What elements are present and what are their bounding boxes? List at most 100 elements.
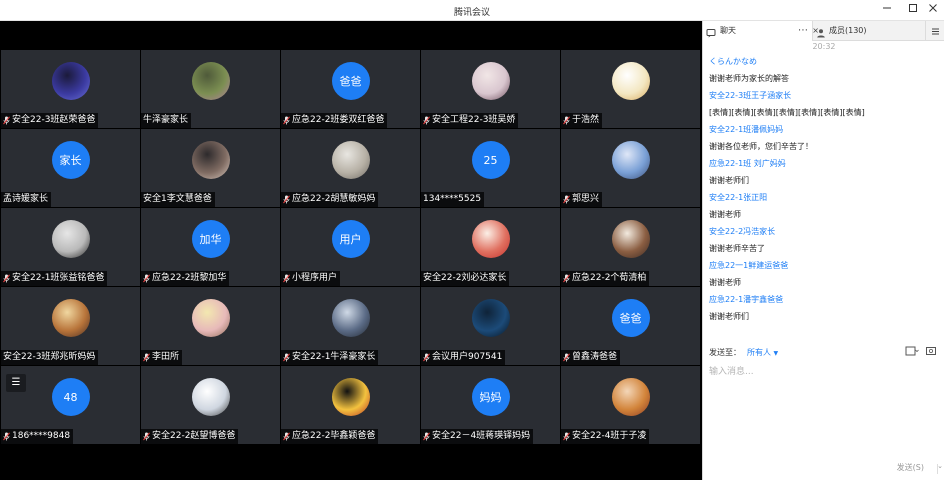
participant-tile[interactable]: 安全22-4班于子凌 [561, 366, 700, 444]
panel-tabs: 聊天 ⋯ × 成员(130) [703, 21, 944, 41]
avatar [51, 220, 90, 258]
more-icon[interactable]: ⋯ [798, 21, 808, 41]
participant-label: 安全22-2赵望博爸爸 [141, 429, 239, 444]
avatar: 用户 [331, 220, 370, 258]
chat-icon [706, 26, 716, 38]
participant-name: 应急22-2个荀清柏 [572, 273, 647, 283]
participant-tile[interactable]: 安全22-2赵望博爸爸 [141, 366, 280, 444]
participant-tile[interactable]: 安全22-3班郑兆昕妈妈 [1, 287, 140, 365]
participant-tile[interactable]: 李田所 [141, 287, 280, 365]
screenshot-icon[interactable] [925, 345, 937, 357]
participant-name: 孟诗媛家长 [3, 194, 49, 204]
participant-tile[interactable]: 爸爸曾鑫涛爸爸 [561, 287, 700, 365]
participant-tile[interactable]: 应急22-2胡慧敏妈妈 [281, 129, 420, 207]
avatar [331, 141, 370, 179]
participant-label: 李田所 [141, 350, 183, 365]
avatar [471, 299, 510, 337]
message-text: 谢谢老师们 [709, 176, 749, 185]
mic-muted-icon [563, 116, 570, 125]
message-text: 谢谢老师 [709, 278, 741, 287]
file-icon[interactable] [905, 345, 919, 357]
participant-tile[interactable]: 于浩然 [561, 50, 700, 128]
mic-muted-icon [143, 274, 150, 283]
send-to-dropdown[interactable]: 所有人 ▼ [747, 347, 778, 358]
participant-name: 郭思兴 [572, 194, 600, 204]
mic-muted-icon [143, 432, 150, 441]
message-composer[interactable]: 输入消息... [703, 360, 944, 460]
participant-tile[interactable]: 牛泽豪家长 [141, 50, 280, 128]
participant-name: 李田所 [152, 352, 180, 362]
participant-name: 安全1李文慧爸爸 [143, 194, 212, 204]
participant-tile[interactable]: 安全22-1牛泽豪家长 [281, 287, 420, 365]
close-icon[interactable] [926, 3, 940, 17]
participant-label: 安全工程22-3班吴娇 [421, 113, 519, 128]
participant-tile[interactable]: 应急22-2个荀清柏 [561, 208, 700, 286]
participant-tile[interactable]: 爸爸 应急22-2班娄双红爸爸 [281, 50, 420, 128]
participant-tile[interactable]: 会议用户907541 [421, 287, 560, 365]
participant-name: 安全工程22-3班吴娇 [432, 115, 516, 125]
participant-tile[interactable]: 加华 应急22-2班黎加华 [141, 208, 280, 286]
avatar: 48 [51, 378, 90, 416]
participant-tile[interactable]: 安全22-3班赵荣爸爸 [1, 50, 140, 128]
caret-down-icon: ▼ [773, 350, 779, 357]
participant-name: 安全22-3班赵荣爸爸 [12, 115, 96, 125]
tab-members[interactable]: 成员(130) [813, 21, 925, 41]
avatar [611, 378, 650, 416]
participant-tile[interactable]: 安全工程22-3班吴娇 [421, 50, 560, 128]
participant-label: 会议用户907541 [421, 350, 506, 365]
participant-label: 186****9848 [1, 429, 74, 444]
participant-name: 于浩然 [572, 115, 600, 125]
minimize-icon[interactable] [880, 3, 894, 17]
participant-tile[interactable]: 用户 小程序用户 [281, 208, 420, 286]
participant-tile[interactable]: 25 134****5525 [421, 129, 560, 207]
participant-name: 安全22-2刘必达家长 [423, 273, 507, 283]
panel-menu-icon[interactable] [925, 21, 944, 41]
participant-label: 曾鑫涛爸爸 [561, 350, 621, 365]
participant-label: 安全1李文慧爸爸 [141, 192, 215, 207]
send-to-value: 所有人 [747, 348, 771, 357]
participant-tile[interactable]: 郭思兴 [561, 129, 700, 207]
avatar [51, 299, 90, 337]
participant-label: 郭思兴 [561, 192, 603, 207]
mic-muted-icon [3, 274, 10, 283]
participant-tile[interactable]: 安全22-1班张益铭爸爸 [1, 208, 140, 286]
video-area: 安全22-3班赵荣爸爸 牛泽豪家长 爸爸 应急22-2班娄双红爸爸安全工程22-3班吴… [0, 21, 702, 480]
send-to-label: 发送至： [709, 348, 741, 357]
send-button[interactable]: 发送(S) [897, 462, 924, 473]
send-options-icon[interactable]: ⌄ [937, 462, 943, 470]
chat-messages[interactable]: 20:32 くらんかなめ 谢谢老师为家长的解答 安全22-3班王子涵家长 [表情][表… [703, 41, 944, 341]
message-sender: 安全22-1班潘佩妈妈 [709, 125, 784, 134]
participant-tile[interactable]: 妈妈 安全22－4班蒋瑛铎妈妈 [421, 366, 560, 444]
participant-tile[interactable]: 安全1李文慧爸爸 [141, 129, 280, 207]
avatar: 家长 [51, 141, 90, 179]
maximize-icon[interactable] [906, 3, 920, 17]
participant-tile[interactable]: 家长孟诗媛家长 [1, 129, 140, 207]
message-text: 谢谢老师们 [709, 312, 749, 321]
participant-label: 于浩然 [561, 113, 603, 128]
message-text: 谢谢各位老师，您们辛苦了！ [709, 142, 813, 151]
participant-label: 应急22-2班黎加华 [141, 271, 230, 286]
tab-chat[interactable]: 聊天 ⋯ × [703, 21, 819, 41]
tab-members-label: 成员(130) [829, 26, 867, 35]
title-bar: 腾讯会议 [0, 0, 944, 21]
mic-muted-icon [283, 353, 290, 362]
message-text: [表情][表情][表情][表情][表情][表情][表情] [709, 108, 865, 117]
avatar: 爸爸 [331, 62, 370, 100]
participant-tile[interactable]: 安全22-2刘必达家长 [421, 208, 560, 286]
avatar: 爸爸 [611, 299, 650, 337]
participant-label: 应急22-2胡慧敏妈妈 [281, 192, 379, 207]
list-icon[interactable]: ☰ [6, 374, 26, 392]
avatar [191, 299, 230, 337]
participant-tile[interactable]: 应急22-2毕鑫颖爸爸 [281, 366, 420, 444]
mic-muted-icon [283, 116, 290, 125]
mic-muted-icon [423, 116, 430, 125]
message-text: 谢谢老师为家长的解答 [709, 74, 789, 83]
avatar: 妈妈 [471, 378, 510, 416]
message-text: 谢谢老师 [709, 210, 741, 219]
participant-tile[interactable]: 48 ☰ 186****9848 [1, 366, 140, 444]
message-input[interactable]: 输入消息... [709, 364, 754, 377]
participant-name: 会议用户907541 [432, 352, 503, 362]
avatar [471, 220, 510, 258]
avatar [191, 141, 230, 179]
message-sender: くらんかなめ [709, 57, 757, 66]
